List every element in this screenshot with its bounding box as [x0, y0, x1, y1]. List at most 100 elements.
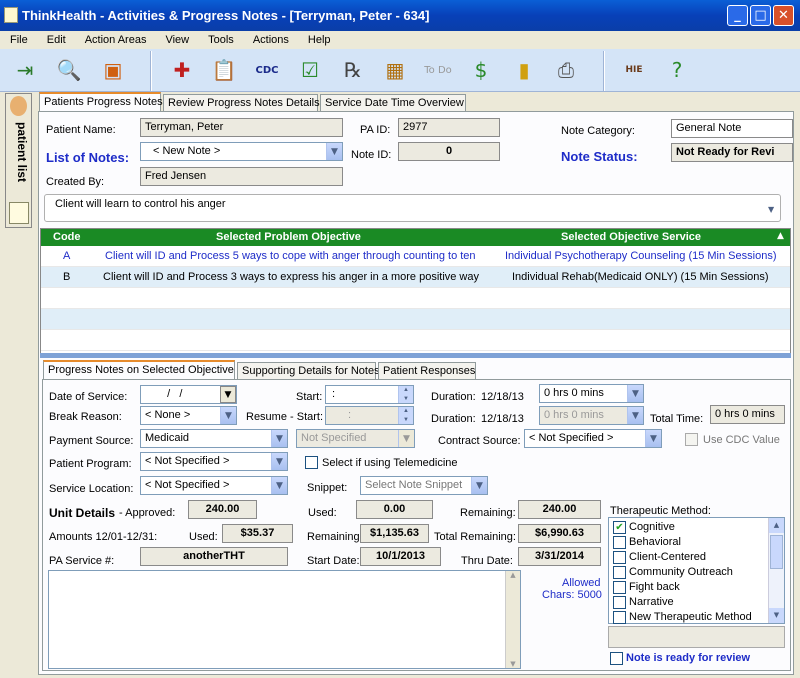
therapeutic-method-checkbox[interactable] [613, 566, 626, 579]
snippet-placeholder: Select Note Snippet [365, 479, 463, 491]
start-time-spinner[interactable]: ▲ ▼ [398, 386, 413, 403]
bar-chart-icon[interactable]: ▮ [507, 53, 541, 87]
chevron-down-icon[interactable]: ▼ [506, 660, 520, 668]
therapeutic-method-checkbox[interactable] [613, 581, 626, 594]
close-button[interactable]: ✕ [773, 5, 794, 26]
chevron-down-icon[interactable]: ▼ [398, 394, 413, 403]
chevron-down-icon[interactable]: ▼ [398, 415, 413, 424]
patient-list-panel[interactable]: patient list [5, 93, 32, 228]
note-scrollbar[interactable]: ▲ ▼ [505, 571, 520, 668]
therapeutic-method-checkbox[interactable]: ✔ [613, 521, 626, 534]
duration-select[interactable]: 0 hrs 0 mins ▼ [539, 384, 644, 403]
therapeutic-method-item[interactable]: Narrative [612, 595, 767, 610]
note-textarea[interactable] [48, 570, 521, 669]
chevron-down-icon[interactable]: ▼ [271, 430, 287, 447]
start-time-input[interactable]: : ▲ ▼ [325, 385, 414, 404]
menu-action-areas[interactable]: Action Areas [75, 34, 156, 46]
clipboard-icon[interactable]: 📋 [207, 53, 241, 87]
payment-source-select[interactable]: Medicaid ▼ [140, 429, 288, 448]
chevron-down-icon[interactable]: ▼ [220, 407, 236, 424]
todo-icon[interactable]: To Do [421, 53, 455, 87]
minimize-button[interactable]: _ [727, 5, 748, 26]
resume-start-input[interactable]: : ▲ ▼ [325, 406, 414, 425]
col-service[interactable]: Selected Objective Service [561, 231, 701, 243]
therapeutic-method-item[interactable]: Behavioral [612, 535, 767, 550]
duration2-select[interactable]: 0 hrs 0 mins ▼ [539, 406, 644, 425]
menu-file[interactable]: File [0, 34, 37, 46]
table-row[interactable] [41, 330, 790, 351]
therapeutic-method-item[interactable]: Client-Centered [612, 550, 767, 565]
therapeutic-method-checkbox[interactable] [613, 611, 626, 624]
calendar-icon[interactable]: ▦ [378, 53, 412, 87]
menu-tools[interactable]: Tools [198, 34, 243, 46]
patient-chart-icon[interactable]: ✚ [165, 53, 199, 87]
patient-program-value: < Not Specified > [145, 455, 230, 467]
list-of-notes-select[interactable]: < New Note > ▼ [140, 142, 343, 161]
patient-program-select[interactable]: < Not Specified > ▼ [140, 452, 288, 471]
splitter[interactable] [40, 353, 791, 358]
therapeutic-method-list[interactable]: ✔ Cognitive Behavioral Client-Centered Commu… [608, 517, 785, 624]
chevron-down-icon[interactable]: ▼ [768, 205, 774, 214]
chevron-up-icon[interactable]: ▲ [398, 407, 413, 416]
tab-patients-progress-notes[interactable]: Patients Progress Notes [39, 92, 163, 111]
chevron-down-icon[interactable]: ▼ [326, 143, 342, 160]
money-icon[interactable]: $ [464, 53, 498, 87]
menu-view[interactable]: View [155, 34, 198, 46]
prescription-icon[interactable]: ℞ [336, 53, 370, 87]
therapeutic-method-checkbox[interactable] [613, 536, 626, 549]
menu-edit[interactable]: Edit [37, 34, 75, 46]
chevron-down-icon[interactable]: ▼ [627, 407, 643, 424]
therapeutic-method-checkbox[interactable] [613, 551, 626, 564]
table-row[interactable] [41, 309, 790, 330]
therapeutic-method-item[interactable]: Community Outreach [612, 565, 767, 580]
scanner-icon[interactable]: ⎙ [549, 53, 583, 87]
exit-door-icon[interactable]: ⇥ [8, 53, 42, 87]
table-row[interactable] [41, 288, 790, 309]
hie-icon[interactable]: HIE [617, 53, 651, 87]
chevron-down-icon[interactable]: ▼ [220, 386, 236, 403]
col-objective[interactable]: Selected Problem Objective [216, 231, 361, 243]
tab-progress-notes-selected[interactable]: Progress Notes on Selected Objective [43, 360, 235, 379]
chevron-down-icon[interactable]: ▼ [769, 608, 784, 623]
chevron-up-icon[interactable]: ▲ [506, 571, 520, 579]
therapeutic-method-checkbox[interactable] [613, 596, 626, 609]
use-cdc-checkbox[interactable] [685, 433, 698, 446]
save-icon[interactable]: ▣ [96, 53, 130, 87]
chevron-down-icon[interactable]: ▼ [271, 477, 287, 494]
chevron-up-icon[interactable]: ▲ [769, 518, 784, 533]
contract-source-select[interactable]: < Not Specified > ▼ [524, 429, 662, 448]
service-location-select[interactable]: < Not Specified > ▼ [140, 476, 288, 495]
therapeutic-method-item[interactable]: Fight back [612, 580, 767, 595]
chevron-up-icon[interactable]: ▲ [398, 386, 413, 395]
break-reason-select[interactable]: < None > ▼ [140, 406, 237, 425]
chevron-down-icon[interactable]: ▼ [645, 430, 661, 447]
chevron-down-icon[interactable]: ▼ [271, 453, 287, 470]
therapeutic-method-item[interactable]: New Therapeutic Method [612, 610, 767, 625]
menu-help[interactable]: Help [298, 34, 340, 46]
chevron-down-icon[interactable]: ▼ [627, 385, 643, 402]
scroll-thumb[interactable] [770, 535, 783, 569]
checklist-icon[interactable]: ☑ [293, 53, 327, 87]
sort-up-icon[interactable]: ▲ [777, 231, 784, 241]
chevron-down-icon[interactable]: ▼ [398, 430, 414, 447]
note-category-field[interactable]: General Note [671, 119, 793, 138]
table-row[interactable]: B Client will ID and Process 3 ways to e… [41, 267, 790, 288]
snippet-select[interactable]: Select Note Snippet ▼ [360, 476, 488, 495]
telemedicine-checkbox[interactable] [305, 456, 318, 469]
amount-used-label: Used: [189, 531, 218, 543]
resume-start-spinner[interactable]: ▲ ▼ [398, 407, 413, 424]
help-book-icon[interactable]: ? [660, 53, 694, 87]
cdc-icon[interactable]: CDC [250, 53, 284, 87]
date-of-service-picker[interactable]: / / ▼ [140, 385, 237, 404]
ready-for-review-checkbox[interactable] [610, 652, 623, 665]
payment-sub-select[interactable]: Not Specified ▼ [296, 429, 415, 448]
therapeutic-method-item[interactable]: ✔ Cognitive [612, 520, 767, 535]
menu-actions[interactable]: Actions [243, 34, 298, 46]
col-code[interactable]: Code [53, 231, 81, 243]
therapeutic-scrollbar[interactable]: ▲ ▼ [768, 518, 784, 623]
goal-textbox[interactable]: Client will learn to control his anger [44, 194, 781, 222]
search-icon[interactable]: 🔍 [52, 53, 86, 87]
table-row[interactable]: A Client will ID and Process 5 ways to c… [41, 246, 790, 267]
maximize-button[interactable]: □ [750, 5, 771, 26]
chevron-down-icon[interactable]: ▼ [471, 477, 487, 494]
